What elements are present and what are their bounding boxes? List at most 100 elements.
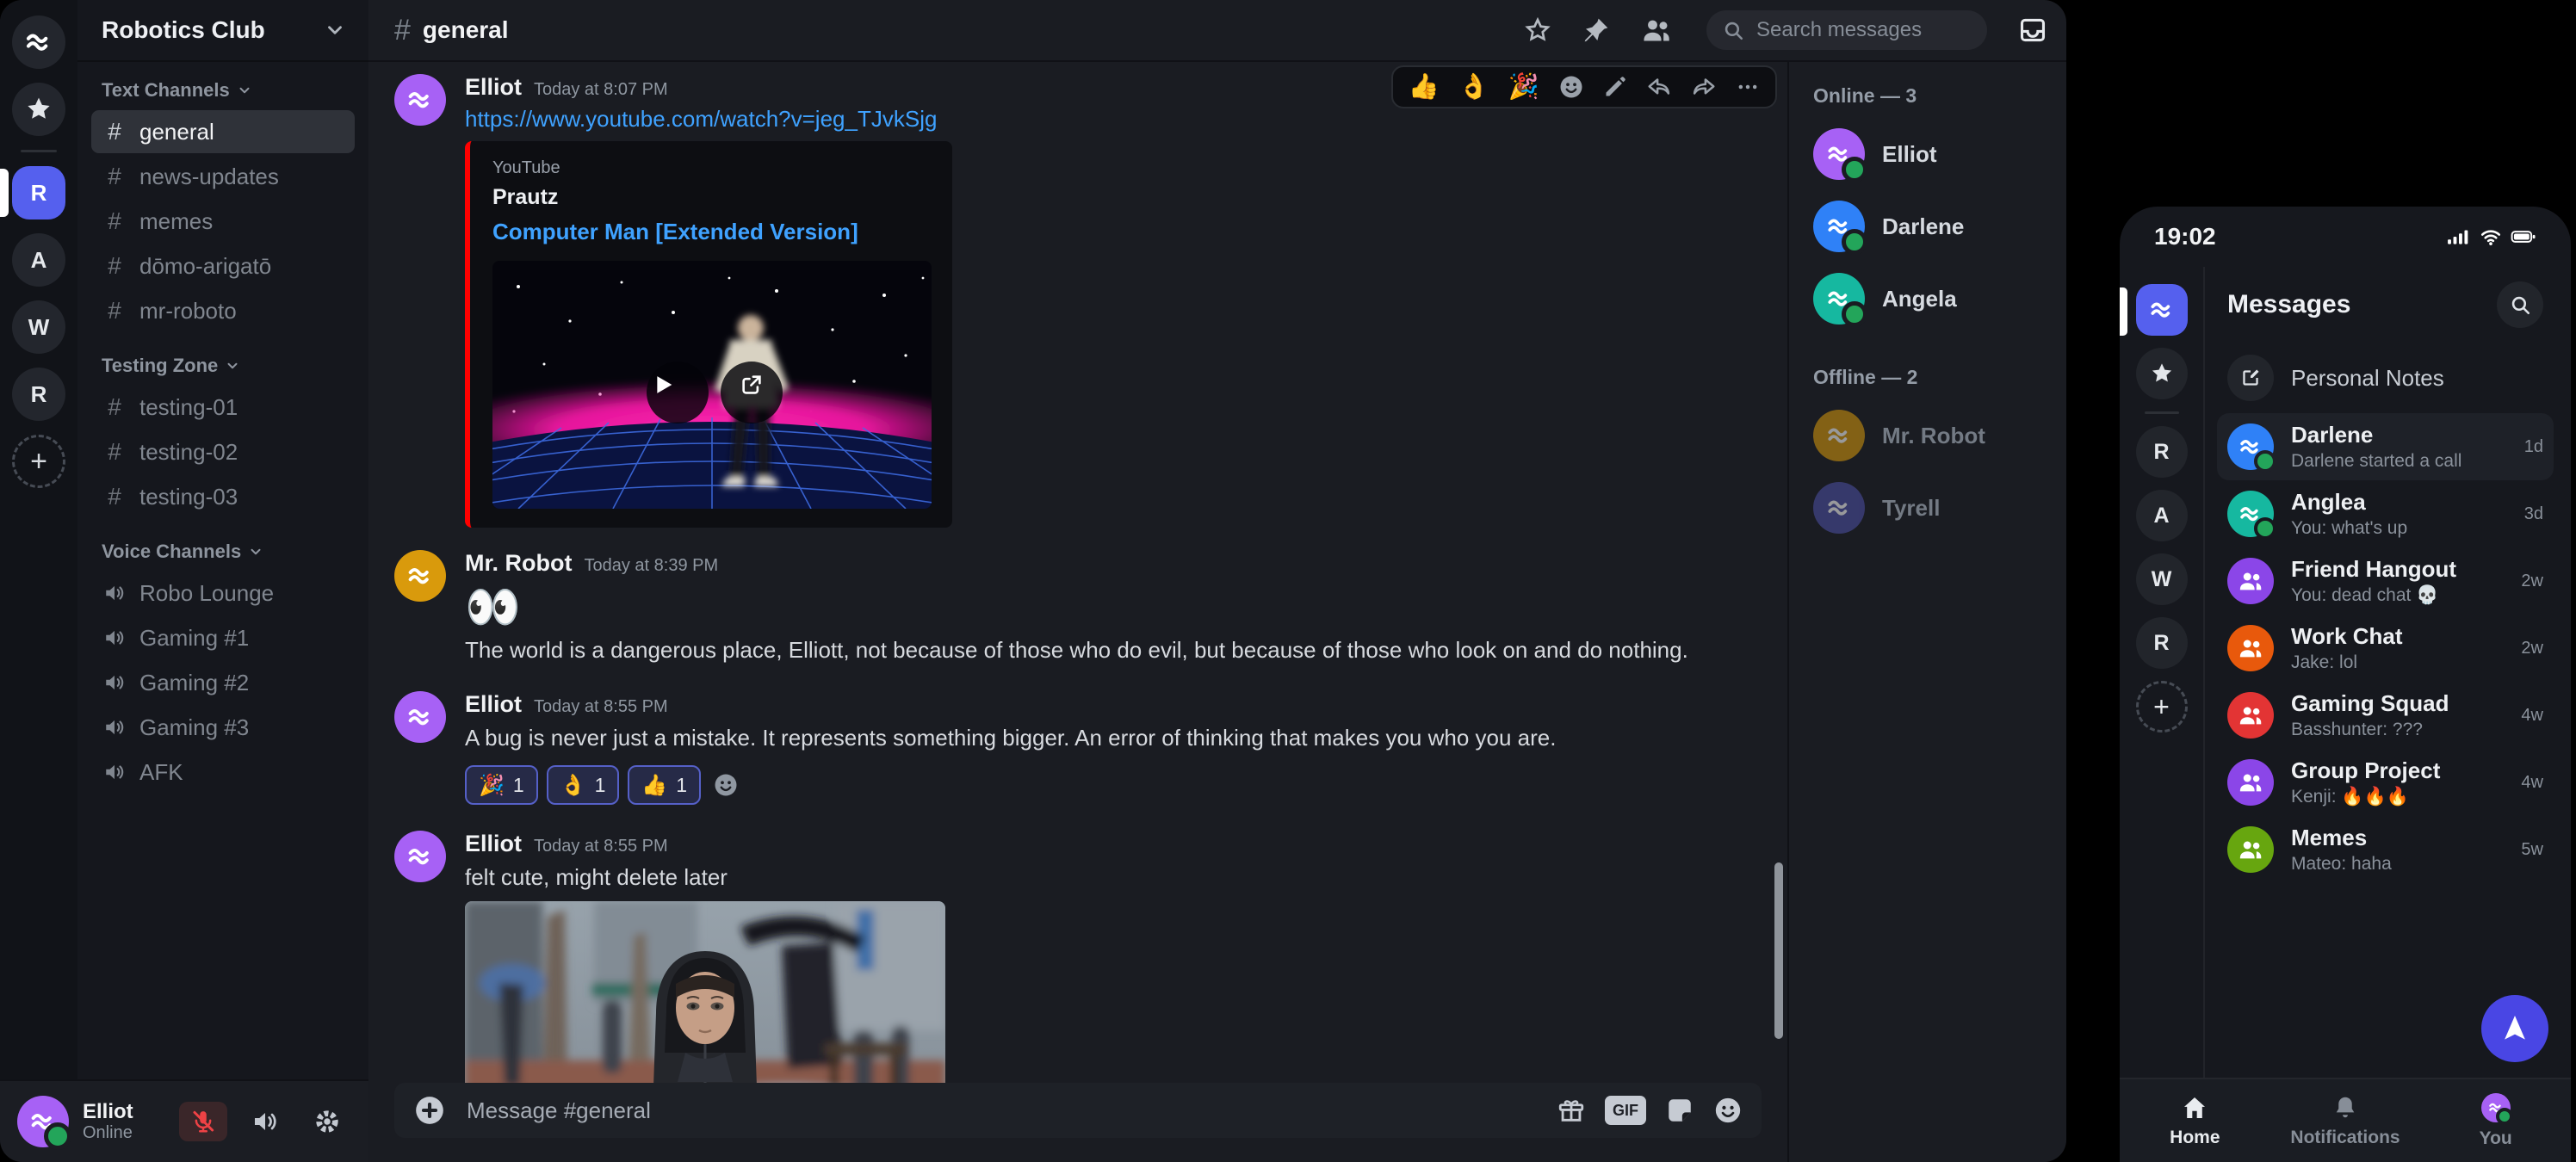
nav-home[interactable]: Home [2120, 1079, 2270, 1162]
embed-title[interactable]: Computer Man [Extended Version] [492, 219, 930, 245]
youtube-embed: YouTube Prautz Computer Man [Extended Ve… [465, 141, 952, 528]
quick-react-thumbs-up[interactable]: 👍 [1409, 75, 1440, 100]
forward-button[interactable] [1691, 74, 1717, 100]
reaction-party[interactable]: 🎉 1 [465, 765, 538, 805]
deafen-button[interactable] [241, 1102, 289, 1141]
personal-notes-item[interactable]: Personal Notes [2227, 343, 2543, 413]
member-tyrell[interactable]: Tyrell [1810, 479, 2046, 537]
message: Mr. Robot Today at 8:39 PM 👀 The world i… [394, 550, 1762, 665]
gif-button[interactable]: GIF [1605, 1096, 1646, 1125]
mic-mute-button[interactable] [179, 1102, 227, 1141]
member-mr-robot[interactable]: Mr. Robot [1810, 406, 2046, 465]
new-message-fab[interactable] [2481, 995, 2548, 1062]
server-w[interactable]: W [2136, 553, 2188, 605]
voice-robo-lounge[interactable]: Robo Lounge [91, 572, 355, 615]
voice-gaming-3[interactable]: Gaming #3 [91, 706, 355, 749]
attach-button[interactable] [413, 1094, 446, 1127]
member-angela[interactable]: Angela [1810, 269, 2046, 328]
search-button[interactable] [2497, 281, 2543, 328]
server-a[interactable]: A [2136, 490, 2188, 541]
channel-mr-roboto[interactable]: # mr-roboto [91, 289, 355, 332]
add-server-button[interactable]: + [12, 435, 65, 488]
search-bar[interactable] [1706, 10, 1987, 50]
server-w[interactable]: W [12, 300, 65, 354]
channel-general[interactable]: # general [91, 110, 355, 153]
video-thumbnail[interactable] [492, 261, 932, 509]
sticker-button[interactable] [1665, 1096, 1694, 1125]
server-r2[interactable]: R [2136, 617, 2188, 669]
inbox-button[interactable] [2018, 15, 2047, 45]
conversation-darlene[interactable]: Darlene Darlene started a call 1d [2217, 413, 2554, 480]
conversation-work-chat[interactable]: Work Chat Jake: lol 2w [2227, 615, 2543, 682]
avatar[interactable] [394, 691, 446, 743]
server-r2[interactable]: R [12, 368, 65, 421]
server-a[interactable]: A [12, 233, 65, 287]
app-logo-server[interactable] [12, 15, 65, 69]
reply-button[interactable] [1646, 74, 1672, 100]
nav-notifications[interactable]: Notifications [2270, 1079, 2421, 1162]
add-server-button[interactable]: + [2136, 681, 2188, 732]
section-text-channels[interactable]: Text Channels [77, 79, 368, 102]
section-voice-channels[interactable]: Voice Channels [77, 541, 368, 563]
channel-memes[interactable]: # memes [91, 200, 355, 243]
message-author[interactable]: Elliot [465, 74, 522, 101]
channel-testing-02[interactable]: # testing-02 [91, 430, 355, 473]
channel-news-updates[interactable]: # news-updates [91, 155, 355, 198]
quick-react-ok-hand[interactable]: 👌 [1458, 75, 1489, 100]
add-reaction-button[interactable] [713, 772, 739, 798]
message-author[interactable]: Mr. Robot [465, 550, 572, 577]
more-actions-button[interactable] [1736, 75, 1760, 99]
avatar[interactable] [394, 550, 446, 602]
channel-domo-arigato[interactable]: # dōmo-arigatō [91, 244, 355, 287]
member-list-toggle[interactable] [1641, 15, 1672, 46]
app-logo-server[interactable] [2136, 284, 2188, 336]
message-author[interactable]: Elliot [465, 831, 522, 857]
channel-testing-01[interactable]: # testing-01 [91, 386, 355, 429]
conversation-gaming-squad[interactable]: Gaming Squad Basshunter: ??? 4w [2227, 682, 2543, 749]
youtube-link[interactable]: https://www.youtube.com/watch?v=jeg_TJvk… [465, 106, 937, 133]
nav-you[interactable]: You [2420, 1079, 2571, 1162]
conversation-anglea[interactable]: Anglea You: what's up 3d [2227, 480, 2543, 547]
message-input[interactable] [465, 1097, 1538, 1125]
channel-list: Text Channels # general # news-updates #… [77, 62, 368, 1079]
quick-react-party[interactable]: 🎉 [1508, 75, 1539, 100]
conversation-friend-hangout[interactable]: Friend Hangout You: dead chat 💀 2w [2227, 547, 2543, 615]
gift-button[interactable] [1557, 1096, 1586, 1125]
member-darlene[interactable]: Darlene [1810, 197, 2046, 256]
edit-button[interactable] [1603, 75, 1627, 99]
message-timestamp: Today at 8:07 PM [534, 80, 668, 100]
add-reaction-button[interactable] [1558, 74, 1584, 100]
chat-scrollbar[interactable] [1774, 862, 1783, 1039]
avatar[interactable] [17, 1096, 69, 1147]
section-testing-zone[interactable]: Testing Zone [77, 355, 368, 377]
server-r[interactable]: R [2136, 426, 2188, 478]
favorites-server[interactable] [2136, 348, 2188, 399]
reaction-ok-hand[interactable]: 👌 1 [547, 765, 620, 805]
photo-elliot-street[interactable] [465, 901, 945, 1083]
open-external-button[interactable] [736, 369, 767, 400]
conversation-memes[interactable]: Memes Mateo: haha 5w [2227, 816, 2543, 883]
voice-gaming-2[interactable]: Gaming #2 [91, 661, 355, 704]
conversation-group-project[interactable]: Group Project Kenji: 🔥🔥🔥 4w [2227, 749, 2543, 816]
favorites-server[interactable] [12, 83, 65, 136]
server-robotics-club[interactable]: R [12, 166, 65, 219]
settings-button[interactable] [303, 1102, 351, 1141]
reaction-thumbs-up[interactable]: 👍 1 [628, 765, 701, 805]
voice-gaming-1[interactable]: Gaming #1 [91, 616, 355, 659]
avatar[interactable] [394, 831, 446, 882]
play-button[interactable] [647, 369, 678, 400]
avatar [2227, 491, 2274, 537]
server-header[interactable]: Robotics Club [77, 0, 368, 62]
avatar[interactable] [394, 74, 446, 126]
search-input[interactable] [1755, 17, 1930, 43]
message-author[interactable]: Elliot [465, 691, 522, 718]
pinned-messages-button[interactable] [1582, 16, 1610, 44]
favorite-channel-button[interactable] [1524, 16, 1551, 44]
voice-afk[interactable]: AFK [91, 751, 355, 794]
external-link-icon [744, 377, 760, 393]
emoji-button[interactable] [1713, 1096, 1743, 1125]
channel-testing-03[interactable]: # testing-03 [91, 475, 355, 518]
conversation-time: 5w [2521, 840, 2543, 860]
member-elliot[interactable]: Elliot [1810, 125, 2046, 183]
star-icon [1527, 20, 1547, 39]
